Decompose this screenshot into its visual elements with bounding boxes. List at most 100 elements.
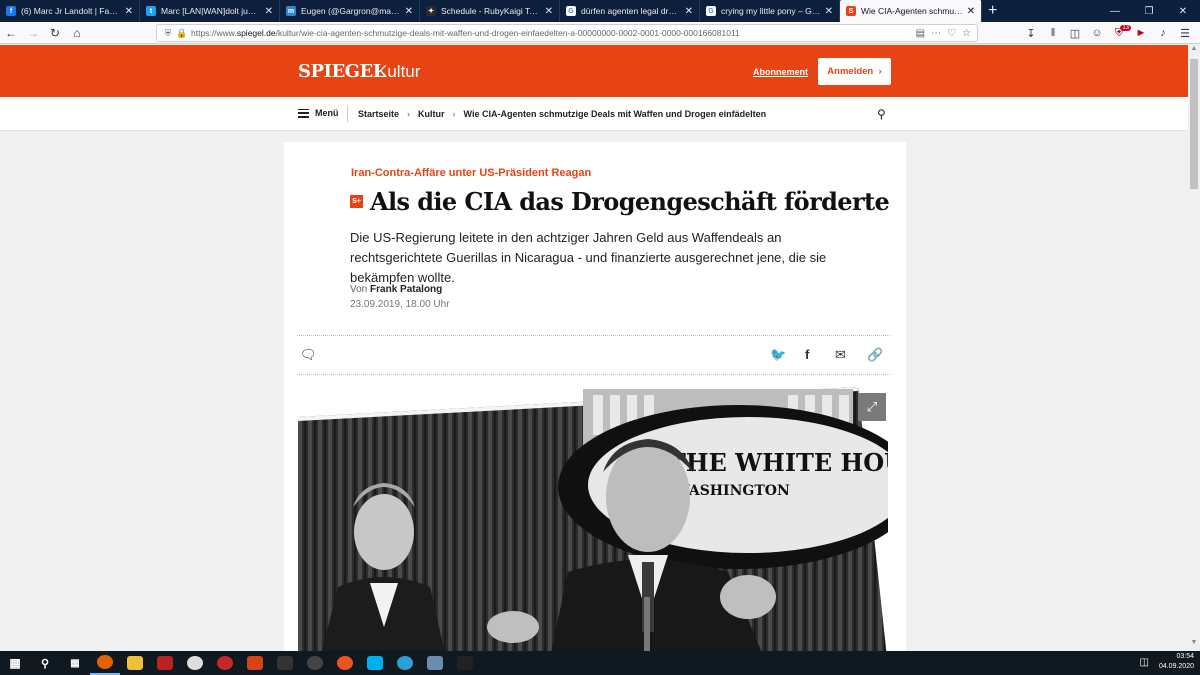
browser-tab[interactable]: S Wie CIA-Agenten schmutzige D ✕ [840, 0, 982, 22]
search-icon[interactable]: ⚲ [30, 651, 60, 675]
app-icon[interactable] [180, 651, 210, 675]
section-title[interactable]: Kultur [376, 62, 420, 82]
task-view-icon[interactable]: ▦ [60, 651, 90, 675]
close-tab-icon[interactable]: ✕ [967, 6, 975, 17]
close-tab-icon[interactable]: ✕ [545, 6, 553, 17]
tab-label: dürfen agenten legal drogen ko [581, 6, 681, 16]
mastodon-icon: m [286, 6, 296, 16]
sidebar-icon[interactable]: ◫ [1066, 27, 1084, 40]
app-icon[interactable] [210, 651, 240, 675]
extension-icon[interactable]: ► [1132, 27, 1150, 39]
forward-button[interactable]: → [22, 22, 44, 44]
notifications-icon[interactable]: ◫ [1140, 657, 1149, 668]
close-tab-icon[interactable]: ✕ [265, 6, 273, 17]
url-bar[interactable]: ⛨ 🔒 https://www.spiegel.de/kultur/wie-ci… [156, 24, 978, 42]
spiegel-plus-badge: S+ [350, 195, 363, 208]
article-title: Als die CIA das Drogengeschäft förderte [370, 187, 890, 216]
page-actions-icon[interactable]: ⋯ [931, 28, 941, 39]
close-tab-icon[interactable]: ✕ [825, 6, 833, 17]
bookmark-star-icon[interactable]: ☆ [962, 28, 971, 39]
article-photo[interactable]: THE WHITE HOUSE WASHINGTON [298, 387, 888, 652]
firefox-icon[interactable] [90, 651, 120, 675]
menu-label: Menü [315, 108, 339, 118]
breadcrumb-startseite[interactable]: Startseite [358, 109, 399, 119]
chevron-right-icon: › [452, 109, 456, 119]
divider [347, 106, 348, 122]
edge-icon[interactable] [390, 651, 420, 675]
tab-label: crying my little pony – Google S [721, 6, 821, 16]
expand-image-icon[interactable]: ⤢ [858, 393, 886, 421]
clock-date: 04.09.2020 [1158, 663, 1194, 670]
minimize-button[interactable]: — [1098, 0, 1132, 22]
close-tab-icon[interactable]: ✕ [125, 6, 133, 17]
spiegel-icon: S [846, 6, 856, 16]
maximize-button[interactable]: ❐ [1132, 0, 1166, 22]
windows-taskbar: ▦ ⚲ ▦ ◫ 03:54 04.09.2020 [0, 651, 1200, 675]
mail-share-icon[interactable]: ✉ [835, 347, 846, 363]
app-icon[interactable] [420, 651, 450, 675]
window-controls: — ❐ ✕ [1098, 0, 1200, 22]
subscribe-link[interactable]: Abonnement [753, 67, 808, 77]
reader-view-icon[interactable]: ▤ [916, 28, 925, 39]
search-icon[interactable]: ⚲ [877, 107, 886, 121]
close-tab-icon[interactable]: ✕ [405, 6, 413, 17]
scroll-thumb[interactable] [1190, 59, 1198, 189]
downloads-icon[interactable]: ↧ [1022, 27, 1040, 40]
new-tab-button[interactable]: + [982, 0, 1003, 22]
windows-start-icon[interactable]: ▦ [0, 651, 30, 675]
url-text[interactable]: https://www.spiegel.de/kultur/wie-cia-ag… [191, 28, 916, 38]
breadcrumb: Startseite › Kultur › Wie CIA-Agenten sc… [358, 109, 766, 119]
app-icon[interactable] [150, 651, 180, 675]
lock-icon[interactable]: 🔒 [175, 28, 189, 39]
twitter-share-icon[interactable]: 🐦 [770, 347, 786, 363]
account-icon[interactable]: ☺ [1088, 27, 1106, 39]
ublock-extension-icon[interactable]: ⛨ 13 [1110, 24, 1131, 40]
back-button[interactable]: ← [0, 22, 22, 44]
browser-tab[interactable]: f (6) Marc Jr Landolt | Facebook ✕ [0, 0, 140, 22]
sign-text-line2: WASHINGTON [673, 483, 790, 499]
facebook-share-icon[interactable]: f [805, 347, 809, 362]
menu-button[interactable]: Menü [298, 108, 339, 118]
article-kicker: Iran-Contra-Affäre unter US-Präsident Re… [351, 167, 592, 179]
pocket-icon[interactable]: ♡ [947, 28, 956, 39]
login-label: Anmelden [827, 66, 874, 77]
extension-badge: 13 [1120, 24, 1131, 31]
chevron-right-icon: › [407, 109, 411, 119]
browser-tab[interactable]: m Eugen (@Gargron@mastodon ✕ [280, 0, 420, 22]
app-icon[interactable] [450, 651, 480, 675]
copy-link-icon[interactable]: 🔗 [867, 347, 883, 363]
twitter-icon: t [146, 6, 156, 16]
page-scrollbar[interactable]: ▲ ▼ [1188, 45, 1200, 651]
article-teaser: Die US-Regierung leitete in den achtzige… [350, 230, 827, 285]
facebook-icon: f [6, 6, 16, 16]
reload-button[interactable]: ↻ [44, 22, 66, 44]
file-explorer-icon[interactable] [120, 651, 150, 675]
breadcrumb-kultur[interactable]: Kultur [418, 109, 445, 119]
app-icon[interactable] [240, 651, 270, 675]
ubuntu-icon[interactable] [330, 651, 360, 675]
tracking-shield-icon[interactable]: ⛨ [161, 28, 175, 39]
scroll-down-icon[interactable]: ▼ [1188, 639, 1200, 651]
browser-tab[interactable]: t Marc [LAN|WAN]dolt jun [بلت ✕ [140, 0, 280, 22]
library-icon[interactable]: ‖ [1044, 27, 1062, 39]
comment-icon[interactable]: 🗨 [300, 347, 317, 363]
app-icon[interactable] [300, 651, 330, 675]
audio-icon[interactable]: ♪ [1154, 27, 1172, 39]
breadcrumb-bar: Menü Startseite › Kultur › Wie CIA-Agent… [0, 97, 1188, 131]
close-tab-icon[interactable]: ✕ [685, 6, 693, 17]
spiegel-logo[interactable]: SPIEGEL [298, 61, 385, 82]
close-window-button[interactable]: ✕ [1166, 0, 1200, 22]
skype-icon[interactable] [360, 651, 390, 675]
home-icon[interactable]: ⌂ [66, 22, 88, 44]
browser-tab[interactable]: ✦ Schedule - RubyKaigi Takeout 2 ✕ [420, 0, 560, 22]
login-button[interactable]: Anmelden › [818, 58, 891, 85]
browser-tab[interactable]: Gdürfen agenten legal drogen ko ✕ [560, 0, 700, 22]
app-icon[interactable] [270, 651, 300, 675]
clock[interactable]: 03:54 04.09.2020 [1159, 652, 1194, 672]
scroll-up-icon[interactable]: ▲ [1188, 45, 1200, 57]
breadcrumb-current: Wie CIA-Agenten schmutzige Deals mit Waf… [463, 109, 767, 119]
byline: Von Frank Patalong [350, 284, 442, 295]
app-menu-icon[interactable]: ☰ [1176, 27, 1194, 40]
author-link[interactable]: Frank Patalong [370, 284, 442, 295]
browser-tab[interactable]: Gcrying my little pony – Google S ✕ [700, 0, 840, 22]
